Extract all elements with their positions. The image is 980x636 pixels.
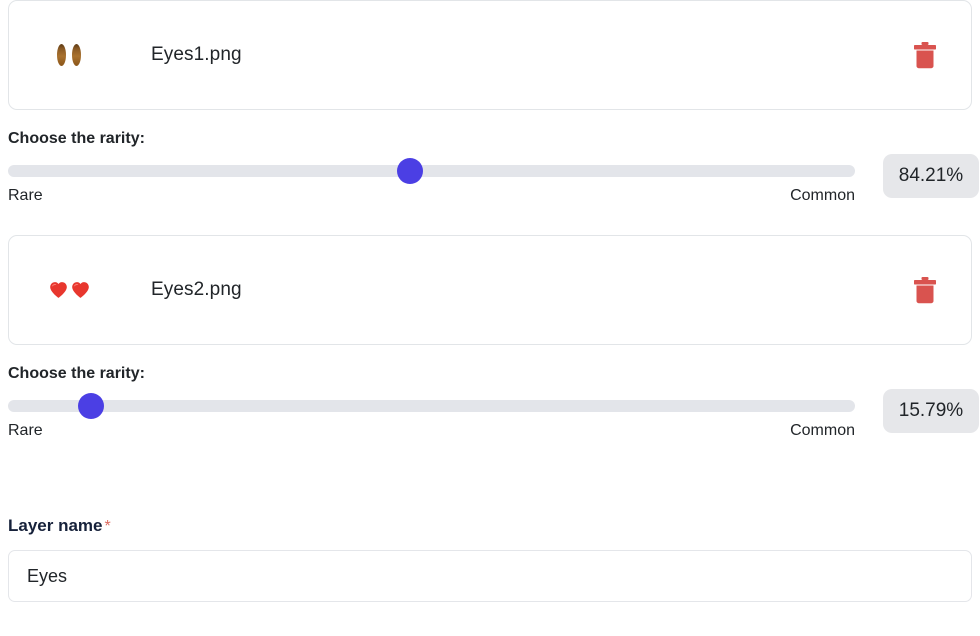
delete-layer-button[interactable] [905, 270, 945, 310]
rarity-slider-row: Rare Common 84.21% [8, 154, 979, 205]
layer-name-input[interactable] [8, 550, 972, 602]
layer-thumbnail [37, 44, 101, 66]
slider-min-label: Rare [8, 187, 43, 204]
rarity-percent-badge: 15.79% [883, 389, 979, 433]
brown-eyes-image [57, 44, 81, 66]
rarity-slider-thumb[interactable] [397, 158, 424, 184]
layer-thumbnail [37, 281, 101, 299]
rarity-slider-column: Rare Common [8, 393, 855, 440]
eye-left-shape [57, 44, 66, 66]
layer-name-label: Layer name * [8, 516, 972, 536]
slider-min-label: Rare [8, 422, 43, 439]
layer-file-card: Eyes2.png [8, 235, 972, 345]
slider-endpoint-labels: Rare Common [8, 422, 855, 440]
delete-layer-button[interactable] [905, 35, 945, 75]
slider-max-label: Common [790, 422, 855, 439]
eye-right-shape [72, 44, 81, 66]
layer-file-card: Eyes1.png [8, 0, 972, 110]
rarity-label: Choose the rarity: [8, 130, 145, 147]
layer-file-name: Eyes2.png [151, 279, 242, 300]
slider-max-label: Common [790, 187, 855, 204]
rarity-slider-track[interactable] [8, 158, 855, 184]
rarity-percent-badge: 84.21% [883, 154, 979, 198]
rarity-slider-column: Rare Common [8, 158, 855, 205]
heart-left-icon [49, 282, 67, 298]
rarity-slider-thumb[interactable] [78, 393, 104, 419]
trash-icon [914, 276, 936, 303]
red-hearts-image [49, 281, 90, 299]
rarity-slider-row: Rare Common 15.79% [8, 389, 979, 440]
rarity-label: Choose the rarity: [8, 365, 145, 382]
trash-icon [914, 41, 936, 68]
rarity-slider-track[interactable] [8, 393, 855, 419]
required-asterisk: * [104, 518, 111, 535]
layer-name-label-text: Layer name [8, 516, 103, 535]
slider-endpoint-labels: Rare Common [8, 187, 855, 205]
layer-file-name: Eyes1.png [151, 44, 242, 65]
heart-right-icon [71, 282, 89, 298]
layer-editor-panel: Eyes1.png Choose the rarity: Rare Common… [0, 0, 980, 636]
